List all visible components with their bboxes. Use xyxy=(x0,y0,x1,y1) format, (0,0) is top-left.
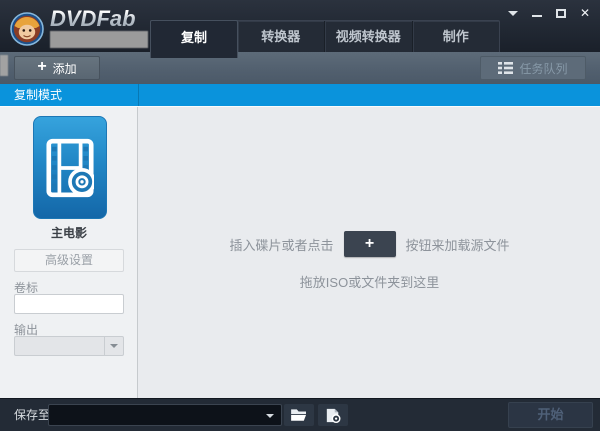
browse-folder-button[interactable] xyxy=(284,404,314,426)
main-movie-mode-tile[interactable] xyxy=(33,116,107,219)
tab-converter[interactable]: 转换器 xyxy=(238,21,325,52)
output-select-arrow xyxy=(104,337,123,355)
brand-wordmark: DVDFab xyxy=(50,6,136,31)
task-queue-list-icon xyxy=(498,62,514,74)
mode-header-divider xyxy=(138,84,139,106)
title-bar: DVDFab ✕ 复制 转换器 视频转换器 制作 xyxy=(0,0,600,58)
censored-edge-patch xyxy=(0,55,8,76)
add-source-button[interactable]: + 添加 xyxy=(14,56,100,80)
volume-input[interactable] xyxy=(14,294,124,314)
tab-copy[interactable]: 复制 xyxy=(150,20,238,58)
task-queue-label: 任务队列 xyxy=(519,61,568,76)
add-button-label: 添加 xyxy=(52,61,77,76)
main-tab-strip: 复制 转换器 视频转换器 制作 xyxy=(150,20,500,58)
chevron-down-icon xyxy=(110,344,118,348)
chevron-down-icon xyxy=(266,414,274,418)
window-controls: ✕ xyxy=(504,4,594,22)
sidebar: 主电影 高级设置 卷标 输出 xyxy=(0,107,138,399)
main-movie-label: 主电影 xyxy=(50,226,87,240)
titlebar-menu-chevron-icon[interactable] xyxy=(504,4,522,22)
tab-video-converter[interactable]: 视频转换器 xyxy=(325,21,413,52)
censored-version-patch xyxy=(50,31,148,48)
tab-creator[interactable]: 制作 xyxy=(413,21,500,52)
plus-icon: + xyxy=(364,235,375,252)
minimize-icon xyxy=(532,15,542,17)
output-select[interactable] xyxy=(14,336,124,356)
minimize-button[interactable] xyxy=(528,4,546,22)
dvdfab-logo-icon xyxy=(10,12,44,46)
hint-suffix-text: 按钮来加载源文件 xyxy=(405,237,510,253)
bottom-bar: 保存至: 开始 xyxy=(0,398,600,431)
open-folder-icon xyxy=(291,409,306,421)
add-source-plus-button[interactable]: + xyxy=(343,231,396,257)
toolbar: + 添加 任务队列 xyxy=(0,52,600,84)
mode-header-bar: 复制模式 xyxy=(0,84,600,106)
dvdfab-window: DVDFab ✕ 复制 转换器 视频转换器 制作 + 添加 任务队列 复制模式 … xyxy=(0,0,600,431)
open-output-folder-button[interactable] xyxy=(318,404,348,426)
task-queue-button[interactable]: 任务队列 xyxy=(480,56,586,80)
main-panel: 插入碟片或者点击 + 按钮来加载源文件 拖放ISO或文件夹到这里 xyxy=(139,107,600,399)
maximize-button[interactable] xyxy=(552,4,570,22)
maximize-icon xyxy=(556,8,566,18)
film-strip-disc-icon xyxy=(46,138,94,197)
close-icon: ✕ xyxy=(579,6,591,20)
advanced-settings-button[interactable]: 高级设置 xyxy=(14,249,124,272)
hint-prefix-text: 插入碟片或者点击 xyxy=(229,237,334,253)
content-area: 主电影 高级设置 卷标 输出 插入碟片或者点击 + 按钮来加载源文件 拖放ISO… xyxy=(0,106,600,399)
drop-hint-text: 拖放ISO或文件夹到这里 xyxy=(299,275,440,290)
file-disc-icon xyxy=(326,408,341,423)
plus-icon: + xyxy=(37,58,47,75)
save-path-combobox[interactable] xyxy=(48,404,282,426)
close-button[interactable]: ✕ xyxy=(576,4,594,22)
start-button[interactable]: 开始 xyxy=(508,402,593,428)
load-source-hint: 插入碟片或者点击 + 按钮来加载源文件 拖放ISO或文件夹到这里 xyxy=(139,231,600,291)
mode-header-label: 复制模式 xyxy=(14,88,63,102)
